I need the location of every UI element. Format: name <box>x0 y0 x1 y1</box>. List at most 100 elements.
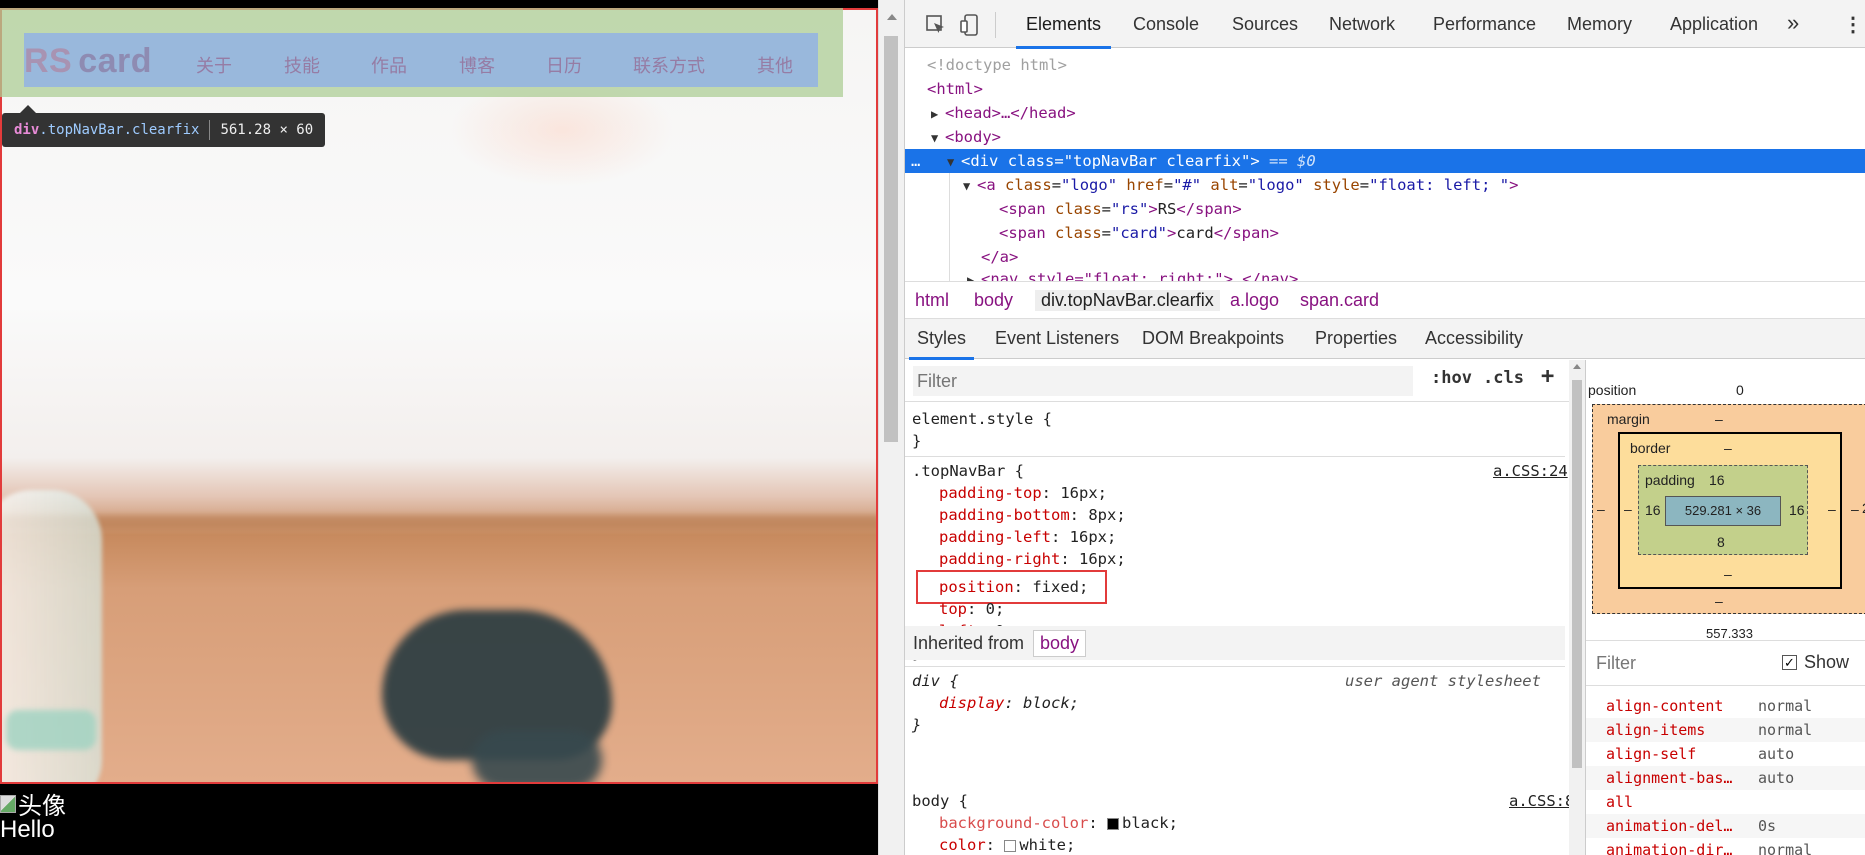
dom-selected-node[interactable]: ▼ <div class="topNavBar clearfix"> == $0 <box>947 149 1316 173</box>
css-prop-row[interactable]: top: 0; <box>939 598 1004 620</box>
tab-properties[interactable]: Properties <box>1315 328 1397 349</box>
css-prop-row[interactable]: padding-left: 16px; <box>939 526 1116 548</box>
collapse-triangle-icon[interactable]: ▼ <box>931 126 945 150</box>
breadcrumb-div[interactable]: div.topNavBar.clearfix <box>1035 290 1220 311</box>
tab-accessibility[interactable]: Accessibility <box>1425 328 1523 349</box>
page-scrollbar-thumb[interactable] <box>884 36 898 442</box>
css-prop-row[interactable]: color: white; <box>939 834 1075 855</box>
collapse-triangle-icon[interactable]: ▼ <box>963 174 977 198</box>
styles-scrollbar[interactable] <box>1569 360 1585 855</box>
nav-item-contact[interactable]: 联系方式 <box>633 52 705 78</box>
devtools-menu-icon[interactable]: ⋮ <box>1843 12 1863 37</box>
nav-item-blog[interactable]: 博客 <box>459 52 495 78</box>
css-prop-value[interactable]: 16px; <box>1070 528 1117 546</box>
tab-styles[interactable]: Styles <box>908 328 975 360</box>
computed-prop-row[interactable]: align-content normal <box>1586 694 1865 718</box>
dom-span-card[interactable]: <span class="card">card</span> <box>999 221 1279 245</box>
styles-scrollbar-thumb[interactable] <box>1572 380 1582 768</box>
computed-prop-row[interactable]: animation-del… 0s <box>1586 814 1865 838</box>
tab-memory[interactable]: Memory <box>1567 14 1632 35</box>
styles-filter-input[interactable] <box>913 366 1413 396</box>
box-padding-right[interactable]: 16 <box>1789 502 1805 518</box>
nav-item-skills[interactable]: 技能 <box>284 52 320 78</box>
element-style-selector[interactable]: element.style { <box>912 408 1052 430</box>
div-selector[interactable]: div { <box>912 670 959 692</box>
breadcrumb-html[interactable]: html <box>915 290 949 311</box>
box-margin-left[interactable]: – <box>1597 501 1605 517</box>
page-scrollbar[interactable] <box>878 0 904 855</box>
dom-row-ellipsis[interactable]: … <box>911 149 920 173</box>
breadcrumb-a[interactable]: a.logo <box>1230 290 1279 311</box>
css-prop-row[interactable]: background-color: black; <box>939 812 1178 834</box>
box-padding-bottom[interactable]: 8 <box>1717 534 1725 550</box>
computed-filter-input[interactable]: Filter <box>1596 653 1636 674</box>
hover-state-toggle[interactable]: :hov <box>1431 368 1472 388</box>
class-toggle[interactable]: .cls <box>1483 368 1524 388</box>
tab-application[interactable]: Application <box>1670 14 1758 35</box>
dom-selected-row[interactable]: … ▼ <div class="topNavBar clearfix"> == $… <box>905 149 1865 173</box>
breadcrumb-span[interactable]: span.card <box>1300 290 1379 311</box>
scroll-up-arrow-icon[interactable] <box>1573 364 1581 369</box>
dom-a-close[interactable]: </a> <box>981 245 1018 269</box>
tab-elements[interactable]: Elements <box>1015 14 1112 49</box>
body-selector[interactable]: body { <box>912 790 968 812</box>
computed-prop-row[interactable]: align-self auto <box>1586 742 1865 766</box>
nav-item-works[interactable]: 作品 <box>371 52 407 78</box>
dom-tree[interactable]: <!doctype html> <html> ▶ <head>…</head> ▼… <box>905 49 1865 281</box>
body-source-link[interactable]: a.CSS:8 <box>1509 790 1574 812</box>
tab-performance[interactable]: Performance <box>1433 14 1536 35</box>
logo-link[interactable]: RS card <box>24 42 152 81</box>
css-prop-value[interactable]: 8px; <box>1088 506 1125 524</box>
topnavbar-selector[interactable]: .topNavBar { <box>912 460 1024 482</box>
more-tabs-chevron-icon[interactable]: » <box>1787 10 1799 36</box>
nav-item-calendar[interactable]: 日历 <box>546 52 582 78</box>
box-border-right[interactable]: – <box>1828 501 1836 517</box>
breadcrumb-body[interactable]: body <box>974 290 1013 311</box>
tab-dom-breakpoints[interactable]: DOM Breakpoints <box>1142 328 1284 349</box>
dom-doctype[interactable]: <!doctype html> <box>927 53 1067 77</box>
tab-sources[interactable]: Sources <box>1232 14 1298 35</box>
color-swatch-black[interactable] <box>1106 817 1119 830</box>
css-prop-row[interactable]: padding-right: 16px; <box>939 548 1126 570</box>
device-toolbar-icon[interactable] <box>959 14 981 36</box>
box-margin-bottom[interactable]: – <box>1715 593 1723 609</box>
css-prop-value[interactable]: 16px; <box>1060 484 1107 502</box>
nav-item-other[interactable]: 其他 <box>757 52 793 78</box>
color-swatch-white[interactable] <box>1004 839 1017 852</box>
dom-html[interactable]: <html> <box>927 77 983 101</box>
computed-prop-row[interactable]: alignment-bas… auto <box>1586 766 1865 790</box>
dom-body[interactable]: ▼ <body> <box>931 125 1001 149</box>
collapse-triangle-icon[interactable]: ▼ <box>947 150 961 174</box>
css-prop-value[interactable]: 16px; <box>1079 550 1126 568</box>
css-prop-row[interactable]: padding-top: 16px; <box>939 482 1107 504</box>
tab-network[interactable]: Network <box>1329 14 1395 35</box>
box-border-top[interactable]: – <box>1724 440 1732 456</box>
tab-event-listeners[interactable]: Event Listeners <box>995 328 1119 349</box>
box-padding-left[interactable]: 16 <box>1645 502 1661 518</box>
box-position-value[interactable]: 0 <box>1736 382 1744 398</box>
computed-prop-row[interactable]: animation-dir… normal <box>1586 838 1865 855</box>
computed-prop-row[interactable]: align-items normal <box>1586 718 1865 742</box>
dom-head[interactable]: ▶ <head>…</head> <box>931 101 1076 125</box>
dom-nav[interactable]: ▶ <nav style="float: right;">…</nav> <box>967 267 1298 281</box>
expand-triangle-icon[interactable]: ▶ <box>967 268 981 281</box>
inspect-element-icon[interactable] <box>925 14 947 36</box>
box-padding-top[interactable]: 16 <box>1709 472 1725 488</box>
inherited-from-body-link[interactable]: body <box>1033 630 1087 657</box>
css-prop-value[interactable]: white; <box>1019 836 1075 854</box>
scroll-up-arrow-icon[interactable] <box>887 14 897 20</box>
expand-triangle-icon[interactable]: ▶ <box>931 102 945 126</box>
box-model-content[interactable]: 529.281 × 36 <box>1665 496 1781 526</box>
box-border-left[interactable]: – <box>1624 501 1632 517</box>
css-prop-value[interactable]: black; <box>1122 814 1178 832</box>
topnavbar-source-link[interactable]: a.CSS:24 <box>1493 460 1568 482</box>
dom-span-rs[interactable]: <span class="rs">RS</span> <box>999 197 1242 221</box>
css-prop-row[interactable]: padding-bottom: 8px; <box>939 504 1126 526</box>
css-prop-value[interactable]: 0; <box>986 600 1005 618</box>
new-style-rule-icon[interactable]: + <box>1541 364 1554 389</box>
nav-item-about[interactable]: 关于 <box>196 52 232 78</box>
box-margin-top[interactable]: – <box>1715 411 1723 427</box>
dom-a-logo[interactable]: ▼ <a class="logo" href="#" alt="logo" sty… <box>963 173 1518 197</box>
tab-console[interactable]: Console <box>1133 14 1199 35</box>
box-margin-right[interactable]: – <box>1851 501 1859 517</box>
